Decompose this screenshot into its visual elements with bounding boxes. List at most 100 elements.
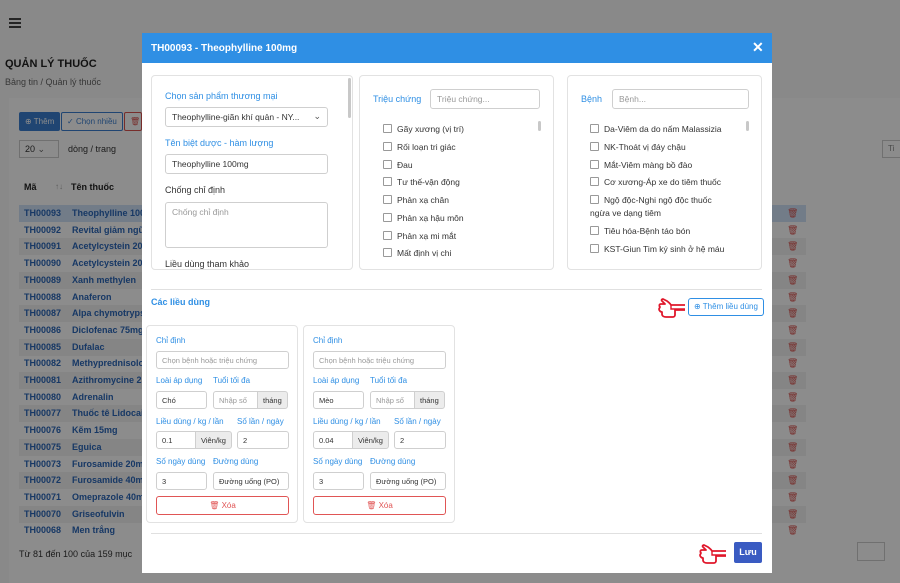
indication-select[interactable]: Chọn bệnh hoặc triệu chứng [156, 351, 289, 369]
checkbox-label: Mắt-Viêm màng bồ đào [604, 160, 693, 170]
dose-input[interactable]: 0.1 [156, 431, 196, 449]
symptoms-panel: Triệu chứng Triệu chứng... Gãy xương (vị… [359, 75, 554, 270]
route-select[interactable]: Đường uống (PO) [213, 472, 289, 490]
contraindication-label: Chống chỉ định [165, 185, 226, 195]
checkbox[interactable] [383, 231, 392, 240]
checkbox-item[interactable]: Mất định vị chi [383, 248, 451, 258]
checkbox[interactable] [383, 248, 392, 257]
checkbox-item[interactable]: ngừa ve dạng tiêm [590, 208, 661, 218]
age-input[interactable]: Nhập số [213, 391, 258, 409]
times-label: Số lần / ngày [394, 417, 441, 426]
scrollbar[interactable] [746, 121, 749, 131]
checkbox-item[interactable]: Tiêu hóa-Bệnh táo bón [590, 226, 690, 236]
days-label: Số ngày dùng [156, 457, 206, 466]
contraindication-textarea[interactable]: Chống chỉ định [165, 202, 328, 248]
add-dosage-button[interactable]: ⊕ Thêm liều dùng [688, 298, 764, 316]
checkbox-item[interactable]: KST-Giun Tim ký sinh ở hệ máu [590, 244, 724, 254]
age-unit: tháng [257, 391, 288, 409]
dose-input[interactable]: 0.04 [313, 431, 353, 449]
species-input[interactable]: Chó [156, 391, 207, 409]
drug-info-panel: Chọn sản phẩm thương mại Theophylline-gi… [151, 75, 353, 270]
divider [151, 289, 762, 290]
checkbox[interactable] [590, 226, 599, 235]
divider [151, 533, 762, 534]
checkbox-label: ngừa ve dạng tiêm [590, 208, 661, 218]
checkbox-item[interactable]: NK-Thoát vị đáy chậu [590, 142, 686, 152]
checkbox[interactable] [590, 195, 599, 204]
product-select[interactable]: Theophylline-giãn khí quản - NY... ⌄ [165, 107, 328, 127]
dosages-section-label: Các liều dùng [151, 297, 211, 307]
checkbox-item[interactable]: Phản xạ chân [383, 195, 449, 205]
route-label: Đường dùng [370, 457, 416, 466]
max-age-label: Tuổi tối đa [370, 376, 408, 385]
checkbox-item[interactable]: Phản xạ hậu môn [383, 213, 464, 223]
checkbox-item[interactable]: Rối loạn tri giác [383, 142, 456, 152]
close-icon[interactable]: ✕ [752, 40, 764, 54]
delete-dosage-button[interactable]: 🗑 Xóa [156, 496, 289, 515]
days-input[interactable]: 3 [156, 472, 207, 490]
route-select[interactable]: Đường uống (PO) [370, 472, 446, 490]
checkbox-item[interactable]: Cơ xương-Áp xe do tiêm thuốc [590, 177, 721, 187]
trash-icon: 🗑 [209, 501, 220, 510]
checkbox[interactable] [590, 177, 599, 186]
chevron-down-icon: ⌄ [313, 111, 321, 121]
dose-label: Liều dùng / kg / lần [156, 417, 224, 426]
checkbox-label: Cơ xương-Áp xe do tiêm thuốc [604, 177, 721, 187]
dosage-card: Chỉ định Chọn bệnh hoặc triệu chứng Loài á… [303, 325, 455, 523]
checkbox-label: Ngộ độc-Nghi ngộ độc thuốc [604, 195, 712, 205]
product-label: Chọn sản phẩm thương mại [165, 91, 278, 101]
modal-title: TH00093 - Theophylline 100mg [151, 43, 298, 54]
checkbox[interactable] [383, 124, 392, 133]
modal-header: TH00093 - Theophylline 100mg ✕ [142, 33, 772, 63]
checkbox-item[interactable]: Da-Viêm da do nấm Malassizia [590, 124, 721, 134]
scrollbar[interactable] [538, 121, 541, 131]
days-input[interactable]: 3 [313, 472, 364, 490]
times-input[interactable]: 2 [394, 431, 446, 449]
checkbox[interactable] [383, 142, 392, 151]
checkbox-label: Mất định vị chi [397, 248, 452, 258]
diseases-search-input[interactable]: Bệnh... [612, 89, 749, 109]
age-unit: tháng [414, 391, 445, 409]
checkbox-label: Gãy xương (vị trí) [397, 124, 464, 134]
checkbox-label: KST-Giun Tim ký sinh ở hệ máu [604, 244, 725, 254]
checkbox-label: Đau [397, 160, 413, 170]
checkbox[interactable] [383, 160, 392, 169]
checkbox[interactable] [590, 160, 599, 169]
checkbox-item[interactable]: Phản xạ mi mắt [383, 231, 456, 241]
checkbox[interactable] [383, 195, 392, 204]
delete-dosage-button[interactable]: 🗑 Xóa [313, 496, 446, 515]
checkbox-label: Da-Viêm da do nấm Malassizia [604, 124, 722, 134]
alias-input[interactable]: Theophylline 100mg [165, 154, 328, 174]
checkbox[interactable] [590, 124, 599, 133]
indication-label: Chỉ định [313, 336, 343, 345]
checkbox[interactable] [590, 244, 599, 253]
indication-select[interactable]: Chọn bệnh hoặc triệu chứng [313, 351, 446, 369]
days-label: Số ngày dùng [313, 457, 363, 466]
age-input[interactable]: Nhập số [370, 391, 415, 409]
dosage-card: Chỉ định Chọn bệnh hoặc triệu chứng Loài á… [146, 325, 298, 523]
dose-label: Liều dùng / kg / lần [313, 417, 381, 426]
checkbox-item[interactable]: Đau [383, 160, 413, 170]
scrollbar[interactable] [348, 78, 351, 118]
checkbox[interactable] [383, 177, 392, 186]
plus-circle-icon: ⊕ [694, 302, 701, 311]
times-label: Số lần / ngày [237, 417, 284, 426]
checkbox-label: Tiêu hóa-Bệnh táo bón [604, 226, 691, 236]
pointing-hand-icon [658, 298, 685, 318]
checkbox-item[interactable]: Tư thế-vận động [383, 177, 460, 187]
checkbox-label: Phản xạ chân [397, 195, 449, 205]
pointing-hand-icon [699, 544, 726, 564]
checkbox-item[interactable]: Gãy xương (vị trí) [383, 124, 464, 134]
checkbox-item[interactable]: Ngộ độc-Nghi ngộ độc thuốc [590, 195, 712, 205]
symptoms-search-input[interactable]: Triệu chứng... [430, 89, 540, 109]
species-label: Loài áp dụng [156, 376, 203, 385]
species-input[interactable]: Mèo [313, 391, 364, 409]
indication-label: Chỉ định [156, 336, 186, 345]
save-button[interactable]: Lưu [734, 542, 762, 563]
checkbox-label: Phản xạ hậu môn [397, 213, 464, 223]
checkbox[interactable] [590, 142, 599, 151]
checkbox-label: Rối loạn tri giác [397, 142, 456, 152]
times-input[interactable]: 2 [237, 431, 289, 449]
checkbox[interactable] [383, 213, 392, 222]
checkbox-item[interactable]: Mắt-Viêm màng bồ đào [590, 160, 692, 170]
